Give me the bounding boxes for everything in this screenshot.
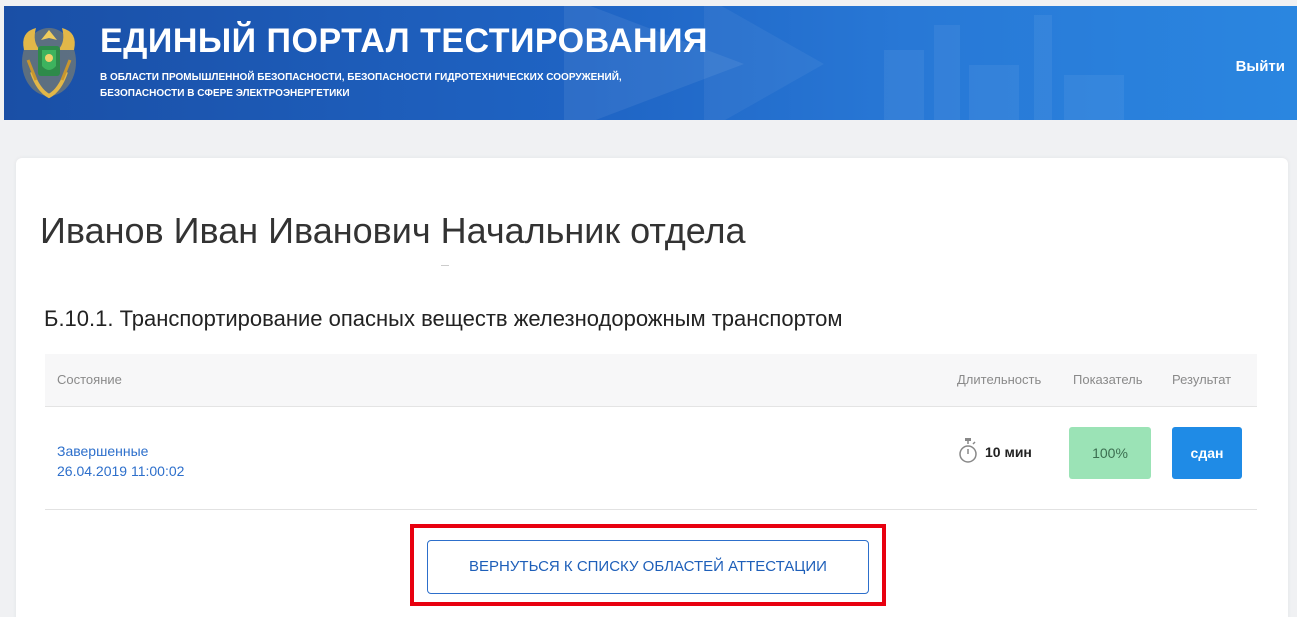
header-decoration bbox=[969, 65, 1019, 120]
logout-link[interactable]: Выйти bbox=[1236, 58, 1285, 75]
header-decoration bbox=[1064, 75, 1124, 120]
results-card: Иванов Иван Иванович Начальник отдела Б.… bbox=[16, 158, 1288, 617]
stopwatch-icon bbox=[959, 438, 977, 463]
status-label[interactable]: Завершенные bbox=[57, 441, 184, 461]
column-header-status: Состояние bbox=[57, 372, 122, 387]
column-header-result: Результат bbox=[1172, 372, 1232, 387]
highlight-frame: ВЕРНУТЬСЯ К СПИСКУ ОБЛАСТЕЙ АТТЕСТАЦИИ bbox=[410, 524, 886, 606]
portal-subtitle: В ОБЛАСТИ ПРОМЫШЛЕННОЙ БЕЗОПАСНОСТИ, БЕЗ… bbox=[100, 70, 660, 102]
person-heading: Иванов Иван Иванович Начальник отдела bbox=[40, 210, 746, 251]
table-row: Завершенные 26.04.2019 11:00:02 10 мин 1… bbox=[45, 407, 1257, 510]
result-badge[interactable]: сдан bbox=[1172, 427, 1242, 479]
column-header-score: Показатель bbox=[1073, 372, 1143, 387]
header-decoration bbox=[1034, 15, 1052, 120]
portal-subtitle-line: БЕЗОПАСНОСТИ В СФЕРЕ ЭЛЕКТРОЭНЕРГЕТИКИ bbox=[100, 88, 350, 99]
header-decoration bbox=[704, 6, 824, 120]
status-cell[interactable]: Завершенные 26.04.2019 11:00:02 bbox=[57, 441, 184, 481]
site-header: ЕДИНЫЙ ПОРТАЛ ТЕСТИРОВАНИЯ В ОБЛАСТИ ПРО… bbox=[4, 6, 1297, 120]
portal-title: ЕДИНЫЙ ПОРТАЛ ТЕСТИРОВАНИЯ bbox=[100, 22, 708, 60]
page: ЕДИНЫЙ ПОРТАЛ ТЕСТИРОВАНИЯ В ОБЛАСТИ ПРО… bbox=[0, 0, 1297, 617]
status-datetime: 26.04.2019 11:00:02 bbox=[57, 463, 185, 479]
column-header-duration: Длительность bbox=[957, 372, 1042, 387]
results-table: Состояние Длительность Показатель Резуль… bbox=[45, 354, 1257, 510]
header-decoration bbox=[934, 25, 960, 120]
back-to-areas-button[interactable]: ВЕРНУТЬСЯ К СПИСКУ ОБЛАСТЕЙ АТТЕСТАЦИИ bbox=[427, 540, 869, 594]
header-decoration bbox=[884, 50, 924, 120]
score-badge: 100% bbox=[1069, 427, 1151, 479]
duration-value: 10 мин bbox=[985, 444, 1032, 460]
emblem-icon[interactable] bbox=[18, 20, 80, 102]
table-header: Состояние Длительность Показатель Резуль… bbox=[45, 354, 1257, 407]
portal-subtitle-line: В ОБЛАСТИ ПРОМЫШЛЕННОЙ БЕЗОПАСНОСТИ, БЕЗ… bbox=[100, 72, 622, 83]
divider bbox=[441, 265, 449, 266]
attestation-area-title: Б.10.1. Транспортирование опасных вещест… bbox=[44, 306, 843, 331]
